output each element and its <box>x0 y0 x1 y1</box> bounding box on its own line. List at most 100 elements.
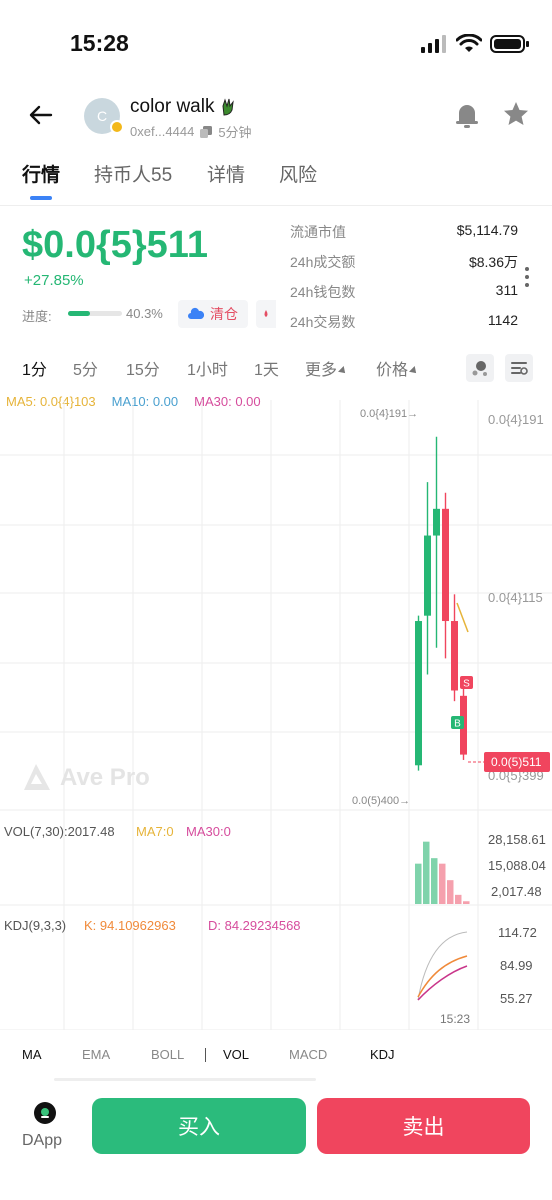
kdj-k-label: K: 94.10962963 <box>84 918 176 933</box>
stat-value: $5,114.79 <box>456 222 518 238</box>
tab-details[interactable]: 详情 <box>207 160 245 187</box>
cloud-icon <box>188 307 204 319</box>
indicator-boll[interactable]: BOLL <box>151 1047 184 1062</box>
interval-5m[interactable]: 5分 <box>73 356 98 380</box>
dapp-icon[interactable] <box>34 1102 56 1124</box>
tab-underline <box>30 196 52 200</box>
candle-body <box>433 508 440 536</box>
candle-body <box>442 508 449 622</box>
scroll-indicator <box>54 1078 316 1081</box>
sell-marker[interactable]: S <box>460 676 473 690</box>
copy-icon[interactable] <box>200 125 213 138</box>
vol-ma7: MA7:0 <box>136 824 174 839</box>
bell-icon <box>456 105 478 128</box>
signal-icon <box>421 35 446 53</box>
tab-market[interactable]: 行情 <box>22 160 60 187</box>
volume-bar <box>447 880 454 904</box>
caret-down-icon <box>409 365 419 376</box>
drop-icon <box>264 310 268 317</box>
progress-fill <box>68 311 90 316</box>
draw-tool-button[interactable] <box>466 354 494 382</box>
indicator-macd[interactable]: MACD <box>289 1047 327 1062</box>
stat-value: $8.36万 <box>468 254 518 270</box>
stat-trades-24h: 24h交易数 1142 <box>290 312 518 336</box>
tab-holders[interactable]: 持币人55 <box>94 160 172 187</box>
high-marker: 0.0{4}191→ <box>360 408 418 420</box>
more-options-button[interactable] <box>524 266 530 288</box>
stat-label: 流通市值 <box>290 224 346 240</box>
ma5-line <box>456 602 469 633</box>
chain-badge-icon <box>110 120 124 134</box>
favorite-button[interactable] <box>502 100 532 130</box>
token-address[interactable]: 0xef...4444 <box>130 124 194 139</box>
caret-down-icon <box>338 365 348 376</box>
volume-bar <box>431 858 438 904</box>
alert-button[interactable] <box>452 100 482 130</box>
tab-risk[interactable]: 风险 <box>279 160 317 187</box>
indicator-kdj[interactable]: KDJ <box>370 1047 395 1062</box>
progress-percent: 40.3% <box>126 306 163 321</box>
main-tabs: 行情 持币人55 详情 风险 <box>0 160 552 200</box>
interval-more-label: 更多 <box>305 362 338 379</box>
volume-bar <box>423 841 430 904</box>
kdj-axis-label: 114.72 <box>498 925 537 940</box>
clear-position-label: 清仓 <box>210 306 238 322</box>
vertical-dots-icon <box>525 267 529 287</box>
token-sub-row: 0xef...4444 5分钟 <box>130 122 252 141</box>
stat-label: 24h成交额 <box>290 254 356 270</box>
candle-body <box>415 621 422 766</box>
interval-1m[interactable]: 1分 <box>22 356 47 380</box>
hand-emoji-icon <box>222 98 235 116</box>
chart-gridlines <box>0 400 552 1030</box>
token-name-row: color walk <box>130 96 236 118</box>
price-chart[interactable]: Ave Pro 0.0{4}191 0.0{4}115 0.0{5}399 0.… <box>0 400 552 1030</box>
kdj-j-line <box>417 931 468 1001</box>
watermark-logo-icon <box>24 764 50 790</box>
time-axis-label: 15:23 <box>440 1012 470 1026</box>
price-mode-select[interactable]: 价格 <box>376 356 419 380</box>
progress-bar <box>68 311 122 316</box>
sell-button[interactable]: 卖出 <box>317 1098 530 1154</box>
volume-bars-group <box>415 841 470 904</box>
token-name: color walk <box>130 96 215 117</box>
vol-legend: VOL(7,30):2017.48 <box>4 824 115 839</box>
indicator-separator <box>205 1048 206 1062</box>
interval-15m[interactable]: 15分 <box>126 356 160 380</box>
candle-body <box>424 535 431 616</box>
wifi-icon <box>456 34 482 52</box>
volume-bar <box>455 894 462 904</box>
settings-list-icon <box>511 362 528 375</box>
secondary-chip[interactable] <box>256 300 276 328</box>
price-change: +27.85% <box>24 272 84 289</box>
star-icon <box>504 102 528 125</box>
stat-label: 24h钱包数 <box>290 284 356 300</box>
stat-wallets-24h: 24h钱包数 311 <box>290 282 518 306</box>
clear-position-chip[interactable]: 清仓 <box>178 300 248 328</box>
dapp-label[interactable]: DApp <box>22 1132 62 1150</box>
volume-bar <box>415 863 422 904</box>
interval-1d[interactable]: 1天 <box>254 356 279 380</box>
arrow-left-icon <box>29 105 53 125</box>
volume-bar <box>439 863 446 904</box>
interval-1h[interactable]: 1小时 <box>187 356 228 380</box>
token-age: 5分钟 <box>218 125 252 140</box>
kdj-axis-label: 55.27 <box>500 991 533 1006</box>
battery-icon <box>490 35 529 53</box>
indicator-ema[interactable]: EMA <box>82 1047 110 1062</box>
interval-more[interactable]: 更多 <box>305 356 348 380</box>
price-axis-label: 0.0{4}115 <box>488 590 543 605</box>
buy-marker[interactable]: B <box>451 716 464 730</box>
indicator-vol[interactable]: VOL <box>223 1047 249 1062</box>
avatar-letter: C <box>96 108 108 124</box>
chart-settings-button[interactable] <box>505 354 533 382</box>
status-icons <box>420 34 530 54</box>
candle-body <box>451 621 458 691</box>
price-axis-label: 0.0{4}191 <box>488 412 544 427</box>
low-marker: 0.0(5)400→ <box>352 795 410 807</box>
buy-button[interactable]: 买入 <box>92 1098 306 1154</box>
indicator-ma[interactable]: MA <box>22 1047 42 1062</box>
stat-market-cap: 流通市值 $5,114.79 <box>290 222 518 246</box>
progress-label: 进度: <box>22 309 52 324</box>
buy-marker-label: B <box>454 719 461 730</box>
back-button[interactable] <box>26 100 56 130</box>
